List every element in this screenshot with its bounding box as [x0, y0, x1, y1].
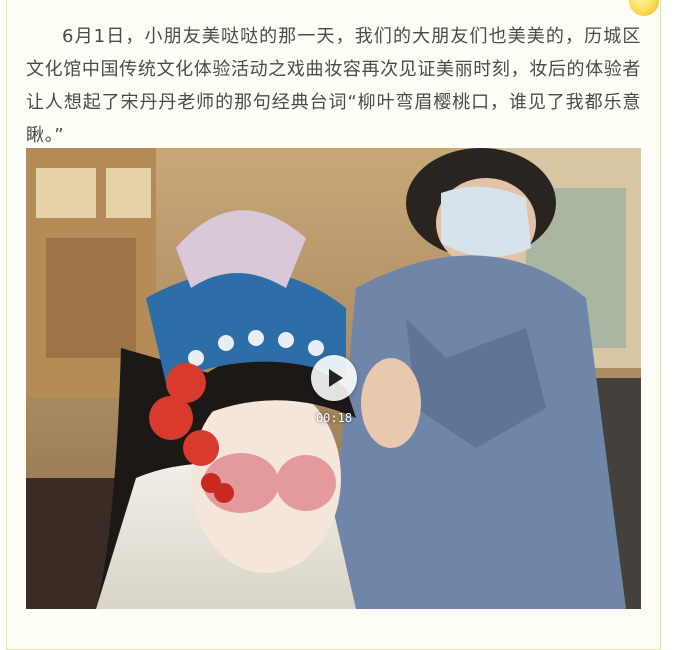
article-paragraph: 6月1日，小朋友美哒哒的那一天，我们的大朋友们也美美的，历城区文化馆中国传统文化…	[26, 26, 641, 146]
play-icon	[329, 369, 343, 387]
video-duration: 00:18	[315, 411, 353, 425]
video-player[interactable]: 00:18	[26, 148, 641, 609]
play-button[interactable]	[311, 355, 357, 401]
decorative-emoji-icon	[629, 0, 659, 16]
